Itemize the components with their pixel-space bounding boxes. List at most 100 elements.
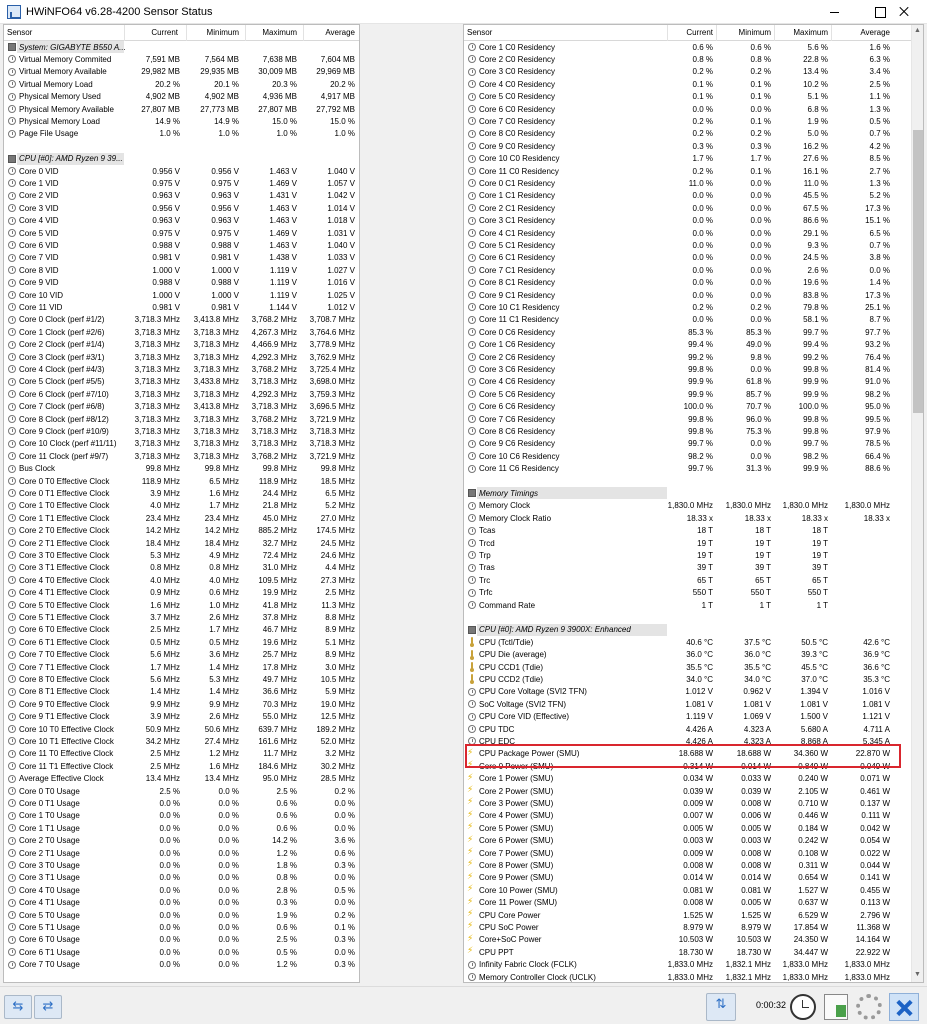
sensor-row[interactable]: Core 4 C6 Residency 99.9 % 61.8 % 99.9 % 91.… [464,376,923,388]
sensor-row[interactable]: CPU PPT 18.730 W 18.730 W 34.447 W 22.922 W [464,945,923,958]
sensor-row[interactable]: Core 3 T0 Usage 0.0 % 0.0 % 1.8 % 0.3 % [4,859,359,871]
sensor-row[interactable]: Core 2 C1 Residency 0.0 % 0.0 % 67.5 % 17.3 … [464,202,923,214]
sensor-row[interactable]: Core 0 Power (SMU) 0.314 W 0.014 W 0.849 W 0… [464,759,923,772]
sensor-row[interactable]: Core 3 Power (SMU) 0.009 W 0.008 W 0.710 W 0… [464,796,923,809]
sensor-row[interactable]: Core 9 C0 Residency 0.3 % 0.3 % 16.2 % 4.2 % [464,140,923,152]
sensor-row[interactable]: Core 1 Clock (perf #2/6) 3,718.3 MHz 3,718… [4,326,359,338]
sensor-row[interactable]: Trcd 19 T 19 T 19 T [464,537,923,549]
sensor-row[interactable]: Core 7 T1 Effective Clock 1.7 MHz 1.4 MHz 1… [4,661,359,673]
sensor-row[interactable]: Core 8 C6 Residency 99.8 % 75.3 % 99.8 % 97.… [464,425,923,437]
sensor-row[interactable]: Core 2 T1 Effective Clock 18.4 MHz 18.4 MH… [4,537,359,549]
sensor-row[interactable]: Core 10 Clock (perf #11/11) 3,718.3 MHz 3,… [4,438,359,450]
clock-icon[interactable] [790,994,816,1020]
minimize-button[interactable] [811,0,857,24]
sensor-row[interactable]: Core 1 C0 Residency 0.6 % 0.6 % 5.6 % 1.6 % [464,41,923,53]
sensor-row[interactable]: Core 3 T1 Usage 0.0 % 0.0 % 0.8 % 0.0 % [4,872,359,884]
report-icon[interactable] [824,994,848,1020]
sensor-row[interactable]: Core 7 C1 Residency 0.0 % 0.0 % 2.6 % 0.0 % [464,264,923,276]
sensor-row[interactable]: Virtual Memory Available 29,982 MB 29,935 … [4,66,359,78]
sensor-row[interactable]: Memory Clock 1,830.0 MHz 1,830.0 MHz 1,830.… [464,500,923,512]
sensor-row[interactable]: Core 4 T1 Usage 0.0 % 0.0 % 0.3 % 0.0 % [4,897,359,909]
sensor-row[interactable]: Core 0 C6 Residency 85.3 % 85.3 % 99.7 % 97.… [464,326,923,338]
column-minimum-header[interactable]: Minimum [739,28,771,37]
sensor-row[interactable]: Core 3 C0 Residency 0.2 % 0.2 % 13.4 % 3.4 % [464,66,923,78]
sensor-row[interactable]: Core 2 Power (SMU) 0.039 W 0.039 W 2.105 W 0… [464,784,923,797]
sensor-row[interactable]: Core 6 VID 0.988 V 0.988 V 1.463 V 1.040 V [4,239,359,251]
sensor-row[interactable]: Core 5 C6 Residency 99.9 % 85.7 % 99.9 % 98.… [464,388,923,400]
sensor-row[interactable]: Core 6 T0 Effective Clock 2.5 MHz 1.7 MHz 4… [4,624,359,636]
sensor-row[interactable]: Core 8 T1 Effective Clock 1.4 MHz 1.4 MHz 3… [4,686,359,698]
sensor-row[interactable]: Core 0 C1 Residency 11.0 % 0.0 % 11.0 % 1.3 … [464,177,923,189]
sensor-row[interactable]: Core 6 C1 Residency 0.0 % 0.0 % 24.5 % 3.8 % [464,252,923,264]
sensor-row[interactable]: CPU EDC 4.426 A 4.323 A 8.868 A 5.345 A [464,735,923,747]
sensor-row[interactable]: Core 4 Power (SMU) 0.007 W 0.006 W 0.446 W 0… [464,809,923,822]
sensor-row[interactable]: Core 9 C6 Residency 99.7 % 0.0 % 99.7 % 78.5… [464,438,923,450]
sensor-row[interactable]: Core 3 C6 Residency 99.8 % 0.0 % 99.8 % 81.4… [464,363,923,375]
sensor-row[interactable]: Core 7 VID 0.981 V 0.981 V 1.438 V 1.033 V [4,252,359,264]
sensor-row[interactable]: Core 3 T1 Effective Clock 0.8 MHz 0.8 MHz 3… [4,562,359,574]
sensor-row[interactable]: Core 5 T1 Effective Clock 3.7 MHz 2.6 MHz 3… [4,611,359,623]
sensor-row[interactable]: Trc 65 T 65 T 65 T [464,574,923,586]
sensor-row[interactable]: Core 4 C0 Residency 0.1 % 0.1 % 10.2 % 2.5 % [464,78,923,90]
sensor-row[interactable]: Trp 19 T 19 T 19 T [464,549,923,561]
sensor-group-header[interactable]: CPU [#0]: AMD Ryzen 9 3900X: Enhanced [464,623,923,637]
sensor-row[interactable]: Core 8 T0 Effective Clock 5.6 MHz 5.3 MHz 4… [4,673,359,685]
sensor-row[interactable]: Core 2 Clock (perf #1/4) 3,718.3 MHz 3,718… [4,339,359,351]
close-window-button[interactable] [881,0,927,24]
network-icon[interactable]: ⇅ [706,993,736,1021]
sensor-row[interactable]: Physical Memory Used 4,902 MB 4,902 MB 4,93… [4,91,359,103]
sensor-row[interactable]: CPU TDC 4.426 A 4.323 A 5.680 A 4.711 A [464,723,923,735]
sensor-row[interactable]: CPU SoC Power 8.979 W 8.979 W 17.854 W 11.36… [464,920,923,933]
sensor-row[interactable]: Core 11 C0 Residency 0.2 % 0.1 % 16.1 % 2.7 … [464,165,923,177]
vertical-scrollbar[interactable]: ▲ ▼ [911,25,923,982]
sensor-row[interactable]: Core 5 T0 Usage 0.0 % 0.0 % 1.9 % 0.2 % [4,909,359,921]
sensor-row[interactable]: Virtual Memory Load 20.2 % 20.1 % 20.3 % 20.… [4,78,359,90]
sensor-row[interactable]: Core 0 T0 Usage 2.5 % 0.0 % 2.5 % 0.2 % [4,785,359,797]
sensor-pane-left[interactable]: Sensor Current Minimum Maximum Average S… [3,24,360,983]
sensor-row[interactable]: Core 1 T0 Effective Clock 4.0 MHz 1.7 MHz 2… [4,500,359,512]
sensor-row[interactable]: Core 1 T1 Effective Clock 23.4 MHz 23.4 MH… [4,512,359,524]
sensor-row[interactable]: Core 1 C6 Residency 99.4 % 49.0 % 99.4 % 93.… [464,339,923,351]
sensor-row[interactable]: Core 7 Clock (perf #6/8) 3,718.3 MHz 3,413… [4,401,359,413]
sensor-row[interactable]: Core 5 T0 Effective Clock 1.6 MHz 1.0 MHz 4… [4,599,359,611]
sensor-row[interactable]: Core 8 C1 Residency 0.0 % 0.0 % 19.6 % 1.4 % [464,277,923,289]
sensor-row[interactable]: Infinity Fabric Clock (FCLK) 1,833.0 MHz 1… [464,959,923,971]
arrows-in-out-icon[interactable]: ⇄ [34,995,62,1019]
sensor-row[interactable]: CPU (Tctl/Tdie) 40.6 °C 37.5 °C 50.5 °C 42.6… [464,636,923,648]
sensor-row[interactable]: Core 9 T0 Effective Clock 9.9 MHz 9.9 MHz 7… [4,698,359,710]
sensor-row[interactable]: Core 7 Power (SMU) 0.009 W 0.008 W 0.108 W 0… [464,846,923,859]
sensor-row[interactable]: Core 1 Power (SMU) 0.034 W 0.033 W 0.240 W 0… [464,772,923,785]
sensor-row[interactable]: Core 10 Power (SMU) 0.081 W 0.081 W 1.527 W… [464,883,923,896]
sensor-row[interactable]: Core 6 Clock (perf #7/10) 3,718.3 MHz 3,71… [4,388,359,400]
sensor-row[interactable]: CPU Core Voltage (SVI2 TFN) 1.012 V 0.962 … [464,686,923,698]
gear-icon[interactable] [856,994,882,1020]
sensor-row[interactable]: Tras 39 T 39 T 39 T [464,562,923,574]
sensor-row[interactable]: Bus Clock 99.8 MHz 99.8 MHz 99.8 MHz 99.8 MH… [4,463,359,475]
scrollbar-thumb[interactable] [913,130,923,413]
sensor-row[interactable]: Core 2 T1 Usage 0.0 % 0.0 % 1.2 % 0.6 % [4,847,359,859]
sensor-row[interactable]: Core 7 T0 Usage 0.0 % 0.0 % 1.2 % 0.3 % [4,959,359,971]
sensor-row[interactable]: Core 3 T0 Effective Clock 5.3 MHz 4.9 MHz 7… [4,549,359,561]
sensor-row[interactable]: Core 2 T0 Usage 0.0 % 0.0 % 14.2 % 3.6 % [4,835,359,847]
sensor-pane-right[interactable]: Sensor Current Minimum Maximum Average C… [463,24,924,983]
sensor-row[interactable]: Core 11 T1 Effective Clock 2.5 MHz 1.6 MHz… [4,760,359,772]
sensor-row[interactable]: Core 1 T1 Usage 0.0 % 0.0 % 0.6 % 0.0 % [4,822,359,834]
sensor-group-header[interactable]: System: GIGABYTE B550 A... [4,41,359,54]
sensor-row[interactable]: Core 10 C0 Residency 1.7 % 1.7 % 27.6 % 8.5 … [464,153,923,165]
column-current-header[interactable]: Current [686,28,713,37]
arrows-left-right-icon[interactable]: ⇆ [4,995,32,1019]
sensor-row[interactable]: Core 3 C1 Residency 0.0 % 0.0 % 86.6 % 15.1 … [464,215,923,227]
sensor-row[interactable]: Core 7 C0 Residency 0.2 % 0.1 % 1.9 % 0.5 % [464,115,923,127]
sensor-row[interactable]: Core 11 Power (SMU) 0.008 W 0.005 W 0.637 W… [464,896,923,909]
close-icon[interactable] [889,993,919,1021]
sensor-row[interactable]: Core 2 C0 Residency 0.8 % 0.8 % 22.8 % 6.3 % [464,53,923,65]
sensor-row[interactable]: Core 2 T0 Effective Clock 14.2 MHz 14.2 MH… [4,525,359,537]
sensor-row[interactable]: SoC Voltage (SVI2 TFN) 1.081 V 1.081 V 1.08… [464,698,923,710]
sensor-row[interactable]: CPU CCD2 (Tdie) 34.0 °C 34.0 °C 37.0 °C 35.3… [464,673,923,685]
sensor-row[interactable]: Core 4 VID 0.963 V 0.963 V 1.463 V 1.018 V [4,215,359,227]
sensor-row[interactable]: Core 0 T1 Effective Clock 3.9 MHz 1.6 MHz 2… [4,487,359,499]
sensor-row[interactable]: CPU CCD1 (Tdie) 35.5 °C 35.5 °C 45.5 °C 36.6… [464,661,923,673]
sensor-group-header[interactable]: Memory Timings [464,487,923,500]
sensor-row[interactable]: Core 11 C6 Residency 99.7 % 31.3 % 99.9 % 88… [464,463,923,475]
sensor-row[interactable]: Core 0 T1 Usage 0.0 % 0.0 % 0.6 % 0.0 % [4,797,359,809]
